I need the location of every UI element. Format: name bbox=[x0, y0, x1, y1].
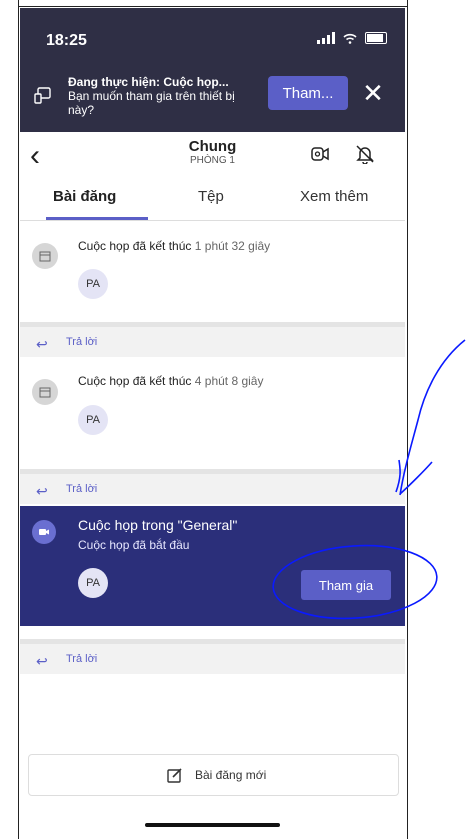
tab-more[interactable]: Xem thêm bbox=[300, 188, 368, 205]
post-duration: 1 phút 32 giây bbox=[194, 239, 271, 253]
banner-text: Đang thực hiện: Cuộc họp... Bạn muốn tha… bbox=[68, 75, 253, 117]
post-message: Cuộc họp đã kết thúc 4 phút 8 giây bbox=[78, 374, 263, 388]
team-name: PHÒNG 1 bbox=[189, 155, 235, 166]
meeting-status: Cuộc họp đã bắt đầu bbox=[78, 538, 190, 552]
outer-frame-left bbox=[0, 0, 19, 839]
outer-frame-top bbox=[0, 0, 473, 7]
join-meeting-button[interactable]: Tham gia bbox=[301, 570, 391, 600]
reply-label[interactable]: Trả lời bbox=[66, 336, 97, 348]
wifi-icon bbox=[343, 33, 357, 44]
channel-header: ‹ Chung PHÒNG 1 bbox=[20, 132, 405, 180]
banner-join-button[interactable]: Tham... bbox=[268, 76, 348, 110]
meet-now-icon[interactable] bbox=[310, 144, 330, 164]
reply-bar[interactable]: ↩ Trả lời bbox=[20, 322, 405, 357]
channel-tabs: Bài đăng Tệp Xem thêm bbox=[20, 180, 405, 221]
avatar[interactable]: PA bbox=[78, 568, 108, 598]
post-message-text: Cuộc họp đã kết thúc bbox=[78, 239, 192, 253]
compose-icon bbox=[167, 768, 182, 783]
posts-feed[interactable]: Cuộc họp đã kết thúc 1 phút 32 giây PA ↩… bbox=[20, 221, 405, 751]
battery-icon bbox=[365, 32, 387, 44]
banner-title: Đang thực hiện: Cuộc họp... bbox=[68, 75, 229, 89]
post-duration: 4 phút 8 giây bbox=[194, 374, 264, 388]
avatar[interactable]: PA bbox=[78, 269, 108, 299]
list-item: Cuộc họp đã kết thúc 4 phút 8 giây PA bbox=[20, 357, 405, 457]
reply-label[interactable]: Trả lời bbox=[66, 653, 97, 665]
meeting-icon bbox=[32, 520, 56, 544]
status-time: 18:25 bbox=[46, 32, 87, 49]
avatar[interactable]: PA bbox=[78, 405, 108, 435]
teams-app-screen: 18:25 Đang thực hiện: Cuộc họp... Bạn mu… bbox=[20, 8, 405, 839]
channel-title: Chung bbox=[188, 138, 237, 155]
new-post-label: Bài đăng mới bbox=[195, 768, 267, 782]
close-icon[interactable]: ✕ bbox=[360, 80, 386, 106]
ongoing-meeting-banner: 18:25 Đang thực hiện: Cuộc họp... Bạn mu… bbox=[20, 8, 405, 132]
outer-frame-right bbox=[407, 0, 473, 839]
active-meeting-card[interactable]: Cuộc họp trong "General" Cuộc họp đã bắt… bbox=[20, 506, 405, 626]
post-message: Cuộc họp đã kết thúc 1 phút 32 giây bbox=[78, 239, 270, 253]
home-indicator bbox=[145, 823, 280, 827]
new-post-button[interactable]: Bài đăng mới bbox=[28, 754, 399, 796]
cast-device-icon bbox=[34, 87, 51, 104]
reply-icon: ↩ bbox=[36, 653, 48, 669]
reply-icon: ↩ bbox=[36, 336, 48, 352]
reply-bar[interactable]: ↩ Trả lời bbox=[20, 469, 405, 504]
calendar-icon bbox=[32, 379, 58, 405]
reply-bar[interactable]: ↩ Trả lời bbox=[20, 639, 405, 674]
status-icons bbox=[317, 32, 387, 44]
calendar-icon bbox=[32, 243, 58, 269]
list-item: Cuộc họp đã kết thúc 1 phút 32 giây PA bbox=[20, 221, 405, 313]
tab-posts[interactable]: Bài đăng bbox=[53, 188, 116, 205]
bell-off-icon[interactable] bbox=[355, 144, 375, 164]
signal-icon bbox=[317, 32, 335, 44]
post-message-text: Cuộc họp đã kết thúc bbox=[78, 374, 192, 388]
tab-files[interactable]: Tệp bbox=[198, 188, 224, 205]
banner-subtitle: Bạn muốn tham gia trên thiết bị này? bbox=[68, 89, 235, 117]
active-tab-indicator bbox=[46, 217, 148, 220]
reply-icon: ↩ bbox=[36, 483, 48, 499]
meeting-title: Cuộc họp trong "General" bbox=[78, 517, 238, 533]
reply-label[interactable]: Trả lời bbox=[66, 483, 97, 495]
